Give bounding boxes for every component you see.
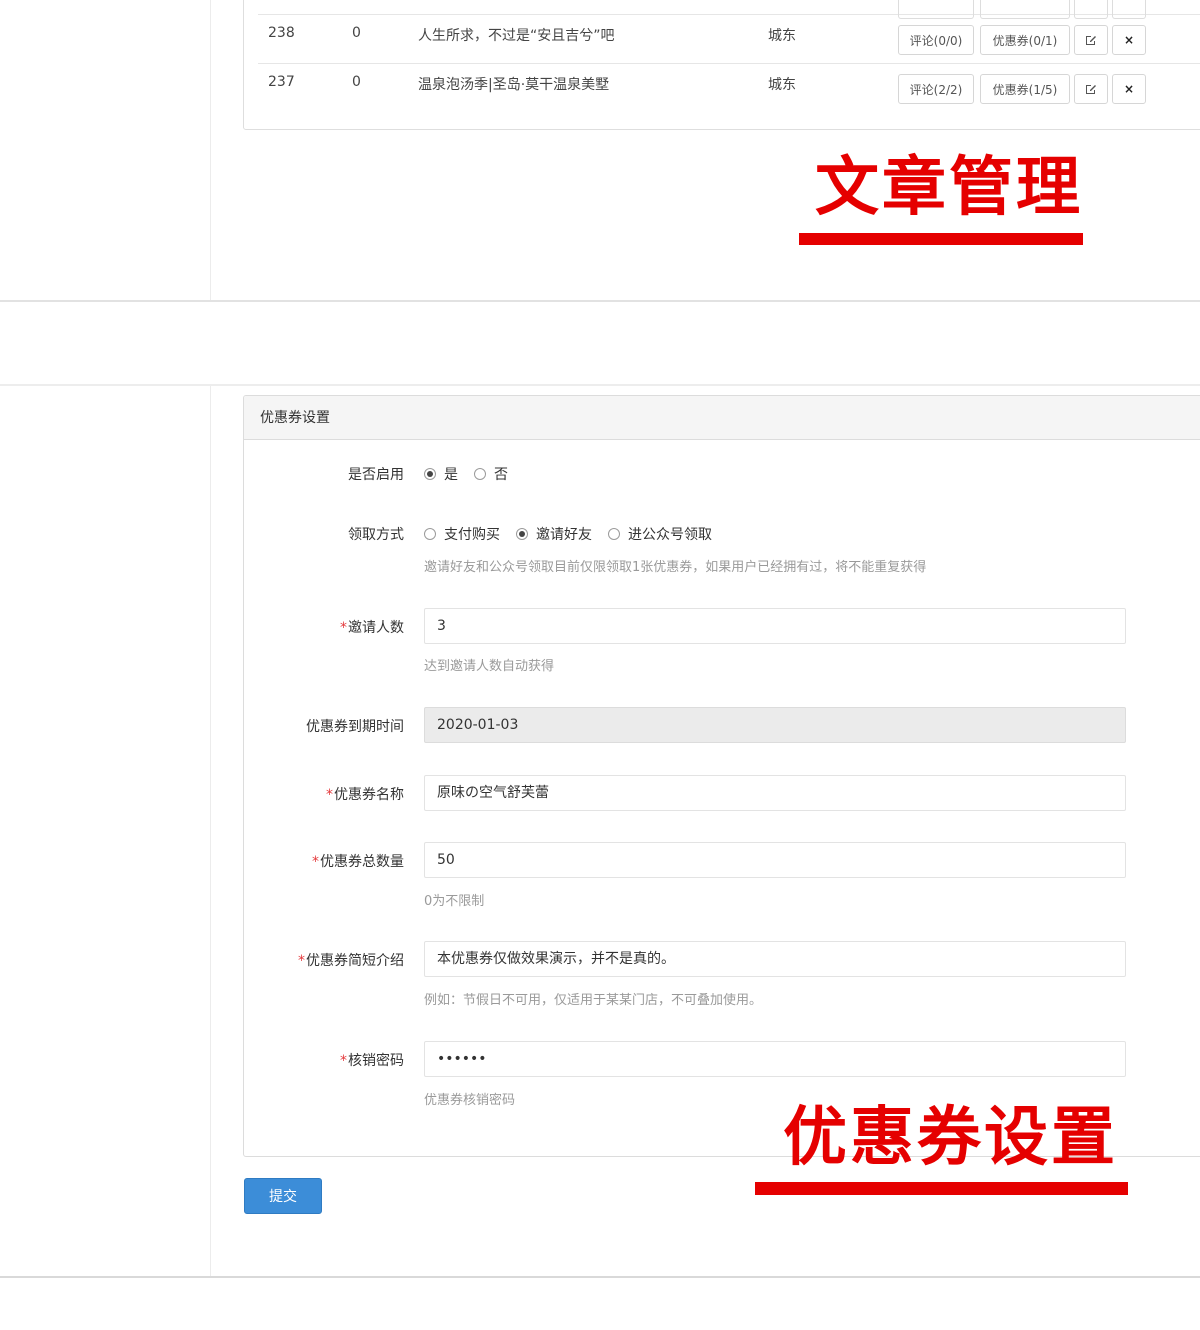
- method-pay-radio[interactable]: 支付购买: [424, 524, 500, 544]
- required-mark: *: [340, 1053, 347, 1069]
- coupon-button[interactable]: 优惠券(1/5): [980, 74, 1070, 104]
- article-count: 0: [352, 74, 361, 90]
- article-management-panel: 238 0 人生所求，不过是“安且吉兮”吧 城东 评论(0/0) 优惠券(0/1…: [0, 0, 1200, 302]
- coupon-name-input[interactable]: 原味の空气舒芙蕾: [424, 775, 1126, 811]
- invite-count-input[interactable]: 3: [424, 608, 1126, 644]
- table-row: 238 0 人生所求，不过是“安且吉兮”吧 城东 评论(0/0) 优惠券(0/1…: [258, 0, 1200, 64]
- table-row: 237 0 温泉泡汤季|圣岛·莫干温泉美墅 城东 评论(2/2) 优惠券(1/5…: [258, 64, 1200, 114]
- sidebar-divider: [210, 0, 211, 300]
- method-label: 领取方式: [348, 527, 404, 543]
- required-mark: *: [298, 953, 305, 969]
- coupon-total-help: 0为不限制: [424, 894, 485, 909]
- coupon-name-label: *优惠券名称: [326, 787, 404, 803]
- delete-button[interactable]: ×: [1112, 25, 1146, 55]
- radio-label: 支付购买: [444, 527, 500, 543]
- enable-label: 是否启用: [348, 467, 404, 483]
- password-label: *核销密码: [340, 1053, 404, 1069]
- article-area: 城东: [768, 77, 796, 93]
- coupon-total-label: *优惠券总数量: [312, 854, 404, 870]
- form-header: 优惠券设置: [244, 396, 1200, 440]
- edit-button[interactable]: [1074, 74, 1108, 104]
- invite-count-help: 达到邀请人数自动获得: [424, 659, 555, 674]
- article-area: 城东: [768, 28, 796, 44]
- radio-checked-icon: [516, 528, 528, 540]
- coupon-total-input[interactable]: 50: [424, 842, 1126, 878]
- sidebar-divider: [210, 386, 211, 1276]
- coupon-settings-panel: 优惠券设置 是否启用 是 否 领取方式 支付购买 邀请好友 进公众号领取 邀请好…: [0, 386, 1200, 1278]
- coupon-button[interactable]: 优惠券(0/1): [980, 25, 1070, 55]
- method-wechat-radio[interactable]: 进公众号领取: [608, 524, 712, 544]
- caption-underline: [755, 1182, 1128, 1195]
- required-mark: *: [312, 854, 319, 870]
- coupon-settings-form: 优惠券设置 是否启用 是 否 领取方式 支付购买 邀请好友 进公众号领取 邀请好…: [243, 395, 1200, 1157]
- radio-label: 进公众号领取: [628, 527, 712, 543]
- radio-unchecked-icon: [474, 468, 486, 480]
- method-radio-group: 支付购买 邀请好友 进公众号领取: [424, 524, 728, 544]
- article-id: 237: [268, 74, 295, 90]
- close-icon: ×: [1123, 33, 1135, 47]
- edit-icon: [1086, 36, 1096, 45]
- caption-coupon-settings: 优惠券设置: [783, 1101, 1118, 1175]
- password-help: 优惠券核销密码: [424, 1093, 516, 1108]
- coupon-intro-input[interactable]: 本优惠券仅做效果演示，并不是真的。: [424, 941, 1126, 977]
- caption-article-management: 文章管理: [815, 151, 1083, 225]
- password-input[interactable]: ••••••: [424, 1041, 1126, 1077]
- radio-unchecked-icon: [424, 528, 436, 540]
- article-count: 0: [352, 25, 361, 41]
- edit-icon: [1086, 85, 1096, 94]
- method-help: 邀请好友和公众号领取目前仅限领取1张优惠券，如果用户已经拥有过，将不能重复获得: [424, 560, 927, 575]
- radio-unchecked-icon: [608, 528, 620, 540]
- invite-count-label: *邀请人数: [340, 620, 404, 636]
- article-id: 238: [268, 25, 295, 41]
- comment-button[interactable]: 评论(2/2): [898, 74, 974, 104]
- radio-label: 是: [444, 467, 458, 483]
- radio-label: 邀请好友: [536, 527, 592, 543]
- row-divider: [1074, 0, 1108, 19]
- article-title[interactable]: 温泉泡汤季|圣岛·莫干温泉美墅: [418, 74, 609, 94]
- close-icon: ×: [1123, 82, 1135, 96]
- required-mark: *: [326, 787, 333, 803]
- enable-radio-group: 是 否: [424, 464, 524, 484]
- row-divider: [898, 0, 974, 19]
- radio-checked-icon: [424, 468, 436, 480]
- caption-underline: [799, 233, 1083, 245]
- submit-button[interactable]: 提交: [244, 1178, 322, 1214]
- coupon-intro-help: 例如：节假日不可用，仅适用于某某门店，不可叠加使用。: [424, 993, 763, 1008]
- delete-button[interactable]: ×: [1112, 74, 1146, 104]
- radio-label: 否: [494, 467, 508, 483]
- article-title[interactable]: 人生所求，不过是“安且吉兮”吧: [418, 25, 615, 45]
- method-invite-radio[interactable]: 邀请好友: [516, 524, 592, 544]
- expire-label: 优惠券到期时间: [306, 719, 404, 735]
- comment-button[interactable]: 评论(0/0): [898, 25, 974, 55]
- row-divider: [1112, 0, 1146, 19]
- enable-yes-radio[interactable]: 是: [424, 464, 458, 484]
- coupon-intro-label: *优惠券简短介绍: [298, 953, 404, 969]
- required-mark: *: [340, 620, 347, 636]
- expire-date-input: 2020-01-03: [424, 707, 1126, 743]
- edit-button[interactable]: [1074, 25, 1108, 55]
- row-divider: [980, 0, 1070, 19]
- enable-no-radio[interactable]: 否: [474, 464, 508, 484]
